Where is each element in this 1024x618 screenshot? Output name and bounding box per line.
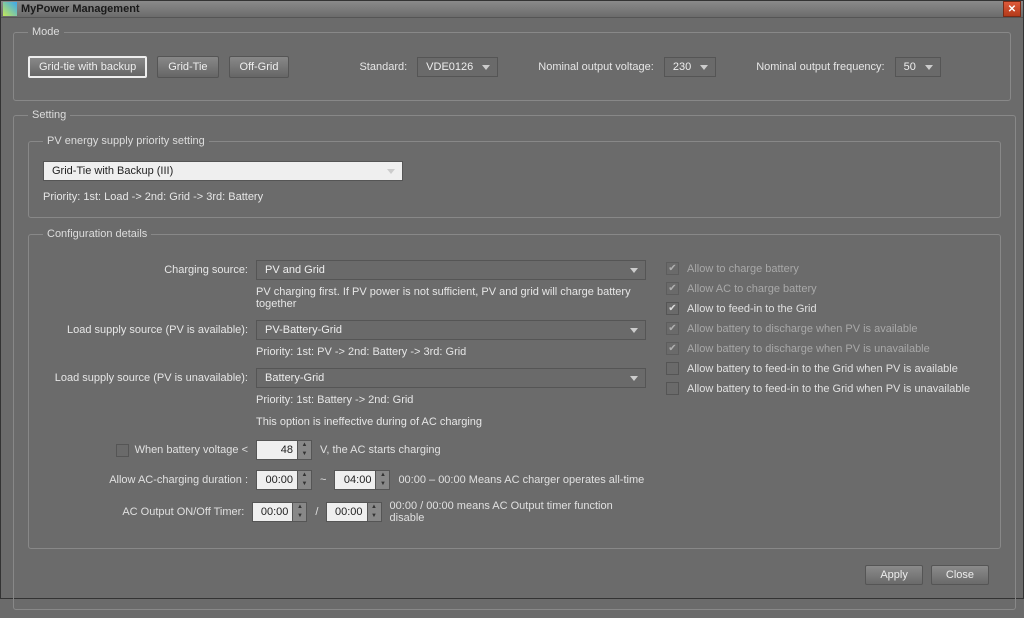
when-battery-voltage-checkbox[interactable]	[116, 444, 129, 457]
ac-charge-label: Allow AC-charging duration :	[43, 474, 248, 486]
batt-voltage-prefix: When battery voltage <	[135, 444, 248, 456]
voltage-value: 230	[673, 61, 691, 73]
content: Mode Grid-tie with backup Grid-Tie Off-G…	[1, 18, 1023, 618]
chevron-down-icon	[922, 60, 936, 74]
mode-row: Grid-tie with backup Grid-Tie Off-Grid S…	[28, 52, 996, 86]
chevron-down-icon	[697, 60, 711, 74]
window-title: MyPower Management	[21, 3, 140, 15]
pv-priority-legend: PV energy supply priority setting	[43, 135, 209, 147]
charging-source-note: PV charging first. If PV power is not su…	[256, 286, 646, 310]
allow-feed-pv-unavail-label: Allow battery to feed-in to the Grid whe…	[687, 383, 970, 395]
pv-priority-text: Priority: 1st: Load -> 2nd: Grid -> 3rd:…	[43, 191, 986, 203]
batt-voltage-input[interactable]: 48 ▲▼	[256, 440, 312, 460]
setting-legend: Setting	[28, 109, 70, 121]
app-window: MyPower Management ✕ Mode Grid-tie with …	[0, 0, 1024, 599]
ac-charge-from-input[interactable]: 00:00 ▲▼	[256, 470, 312, 490]
allow-charge-label: Allow to charge battery	[687, 263, 799, 275]
chevron-down-icon	[627, 263, 641, 277]
app-icon	[3, 2, 17, 16]
chevron-down-icon	[627, 371, 641, 385]
allow-ac-charge-label: Allow AC to charge battery	[687, 283, 817, 295]
footer: Apply Close	[28, 559, 1001, 595]
standard-label: Standard:	[359, 61, 407, 73]
frequency-value: 50	[904, 61, 916, 73]
config-section: Configuration details Charging source: P…	[28, 228, 1001, 549]
load-unavailable-value: Battery-Grid	[265, 372, 324, 384]
mode-section: Mode Grid-tie with backup Grid-Tie Off-G…	[13, 26, 1011, 101]
load-available-note: Priority: 1st: PV -> 2nd: Battery -> 3rd…	[256, 346, 646, 358]
ac-charge-note: 00:00 – 00:00 Means AC charger operates …	[398, 474, 644, 486]
titlebar: MyPower Management ✕	[1, 1, 1023, 18]
load-available-label: Load supply source (PV is available):	[43, 324, 248, 336]
load-available-value: PV-Battery-Grid	[265, 324, 342, 336]
allow-discharge-pv-unavail-checkbox	[666, 342, 679, 355]
frequency-label: Nominal output frequency:	[756, 61, 884, 73]
checkbox-column: Allow to charge battery Allow AC to char…	[666, 260, 986, 534]
voltage-select[interactable]: 230	[664, 57, 716, 77]
allow-discharge-pv-unavail-label: Allow battery to discharge when PV is un…	[687, 343, 930, 355]
tilde: ~	[320, 474, 326, 486]
pv-priority-select[interactable]: Grid-Tie with Backup (III)	[43, 161, 403, 181]
allow-discharge-pv-avail-label: Allow battery to discharge when PV is av…	[687, 323, 918, 335]
allow-discharge-pv-avail-checkbox	[666, 322, 679, 335]
standard-select[interactable]: VDE0126	[417, 57, 498, 77]
voltage-label: Nominal output voltage:	[538, 61, 654, 73]
pv-priority-value: Grid-Tie with Backup (III)	[52, 165, 173, 177]
mode-off-grid-button[interactable]: Off-Grid	[229, 56, 290, 78]
setting-section: Setting PV energy supply priority settin…	[13, 109, 1016, 610]
mode-grid-tie-button[interactable]: Grid-Tie	[157, 56, 218, 78]
charging-source-label: Charging source:	[43, 264, 248, 276]
chevron-down-icon	[479, 60, 493, 74]
config-legend: Configuration details	[43, 228, 151, 240]
charging-source-select[interactable]: PV and Grid	[256, 260, 646, 280]
timer-on-input[interactable]: 00:00 ▲▼	[252, 502, 307, 522]
mode-grid-tie-backup-button[interactable]: Grid-tie with backup	[28, 56, 147, 78]
allow-feed-grid-label: Allow to feed-in to the Grid	[687, 303, 817, 315]
standard-value: VDE0126	[426, 61, 473, 73]
chevron-down-icon	[627, 323, 641, 337]
allow-feed-pv-unavail-checkbox[interactable]	[666, 382, 679, 395]
allow-ac-charge-checkbox	[666, 282, 679, 295]
timer-off-input[interactable]: 00:00 ▲▼	[326, 502, 381, 522]
close-button[interactable]: Close	[931, 565, 989, 585]
load-unavailable-note1: Priority: 1st: Battery -> 2nd: Grid	[256, 394, 646, 406]
charging-source-value: PV and Grid	[265, 264, 325, 276]
ac-charge-to-input[interactable]: 04:00 ▲▼	[334, 470, 390, 490]
frequency-select[interactable]: 50	[895, 57, 941, 77]
allow-feed-pv-avail-label: Allow battery to feed-in to the Grid whe…	[687, 363, 958, 375]
allow-feed-pv-avail-checkbox[interactable]	[666, 362, 679, 375]
load-available-select[interactable]: PV-Battery-Grid	[256, 320, 646, 340]
close-icon[interactable]: ✕	[1003, 1, 1021, 17]
allow-feed-grid-checkbox[interactable]	[666, 302, 679, 315]
batt-voltage-suffix: V, the AC starts charging	[320, 444, 441, 456]
load-unavailable-select[interactable]: Battery-Grid	[256, 368, 646, 388]
timer-label: AC Output ON/Off Timer:	[43, 506, 244, 518]
mode-legend: Mode	[28, 26, 64, 38]
apply-button[interactable]: Apply	[865, 565, 923, 585]
pv-priority-section: PV energy supply priority setting Grid-T…	[28, 135, 1001, 218]
allow-charge-checkbox	[666, 262, 679, 275]
slash: /	[315, 506, 318, 518]
timer-note: 00:00 / 00:00 means AC Output timer func…	[390, 500, 646, 524]
load-unavailable-label: Load supply source (PV is unavailable):	[43, 372, 248, 384]
load-unavailable-note2: This option is ineffective during of AC …	[256, 416, 646, 428]
chevron-down-icon	[384, 164, 398, 178]
